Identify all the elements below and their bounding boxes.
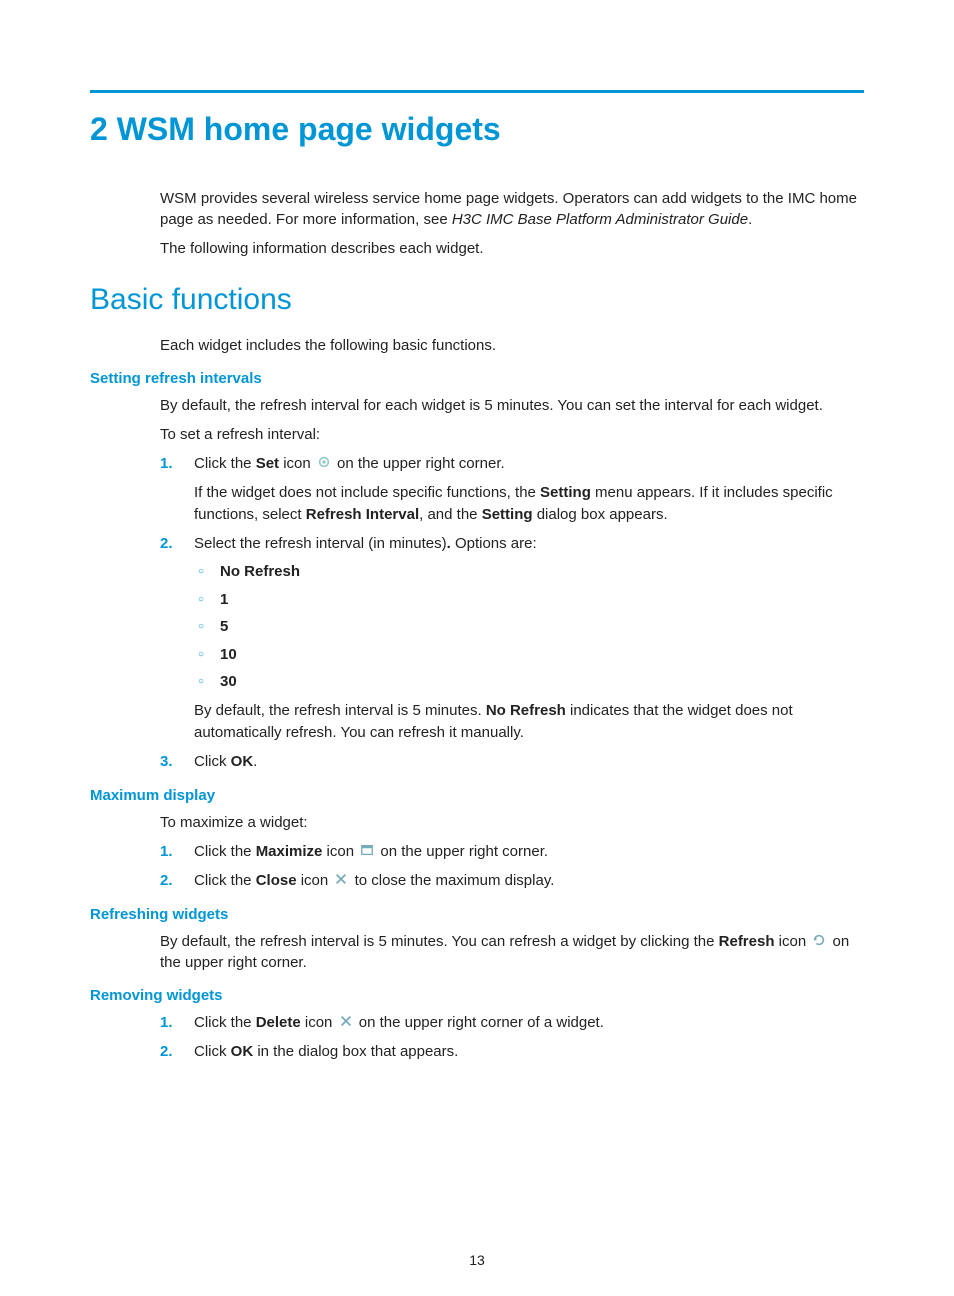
max-steps: 1. Click the Maximize icon on the upper … [160,841,864,892]
step-text: Options are: [451,535,537,552]
section-basic-functions: Basic functions [90,283,864,317]
sri-step-1-sub: If the widget does not include specific … [194,482,864,527]
subsection-maximum-display: Maximum display [90,787,864,804]
step-number: 2. [160,870,173,893]
guide-reference: H3C IMC Base Platform Administrator Guid… [452,211,748,228]
remove-steps: 1. Click the Delete icon on the upper ri… [160,1012,864,1063]
max-step-2: 2. Click the Close icon to close the max… [160,870,864,893]
remove-step-1: 1. Click the Delete icon on the upper ri… [160,1012,864,1035]
refresh-desc: By default, the refresh interval is 5 mi… [160,931,864,973]
close-icon [334,871,348,883]
step-number: 3. [160,751,173,774]
option-no-refresh: No Refresh [194,561,864,584]
subsection-setting-refresh: Setting refresh intervals [90,370,864,387]
sri-step-3: 3. Click OK. [160,751,864,774]
set-bold: Set [256,455,279,472]
step-number: 1. [160,453,173,476]
subsection-refreshing: Refreshing widgets [90,906,864,923]
sri-desc-1: By default, the refresh interval for eac… [160,395,864,416]
basic-functions-intro: Each widget includes the following basic… [160,335,864,356]
refresh-options: No Refresh 1 5 10 30 [194,561,864,694]
page-title: 2 WSM home page widgets [90,111,864,148]
delete-icon [339,1013,353,1025]
step-number: 2. [160,533,173,556]
max-intro: To maximize a widget: [160,812,864,833]
step-text: icon [279,455,315,472]
sri-desc-2: To set a refresh interval: [160,424,864,445]
step-number: 1. [160,1012,173,1035]
step-number: 2. [160,1041,173,1064]
step-text: Click the [194,455,256,472]
step-text: on the upper right corner. [333,455,505,472]
step-text: Select the refresh interval (in minutes) [194,535,447,552]
page-number: 13 [0,1252,954,1268]
refresh-icon [812,932,826,944]
sri-step-1: 1. Click the Set icon on the upper right… [160,453,864,527]
period: . [748,211,752,228]
intro-paragraph-1: WSM provides several wireless service ho… [160,188,864,230]
option-10: 10 [194,644,864,667]
intro-paragraph-2: The following information describes each… [160,238,864,259]
option-1: 1 [194,589,864,612]
sri-steps: 1. Click the Set icon on the upper right… [160,453,864,773]
remove-step-2: 2. Click OK in the dialog box that appea… [160,1041,864,1064]
step-number: 1. [160,841,173,864]
gear-icon [317,454,331,466]
max-step-1: 1. Click the Maximize icon on the upper … [160,841,864,864]
option-30: 30 [194,671,864,694]
sri-step-2-after: By default, the refresh interval is 5 mi… [194,700,864,745]
maximize-icon [360,842,374,854]
subsection-removing: Removing widgets [90,987,864,1004]
top-rule [90,90,864,93]
option-5: 5 [194,616,864,639]
sri-step-2: 2. Select the refresh interval (in minut… [160,533,864,745]
